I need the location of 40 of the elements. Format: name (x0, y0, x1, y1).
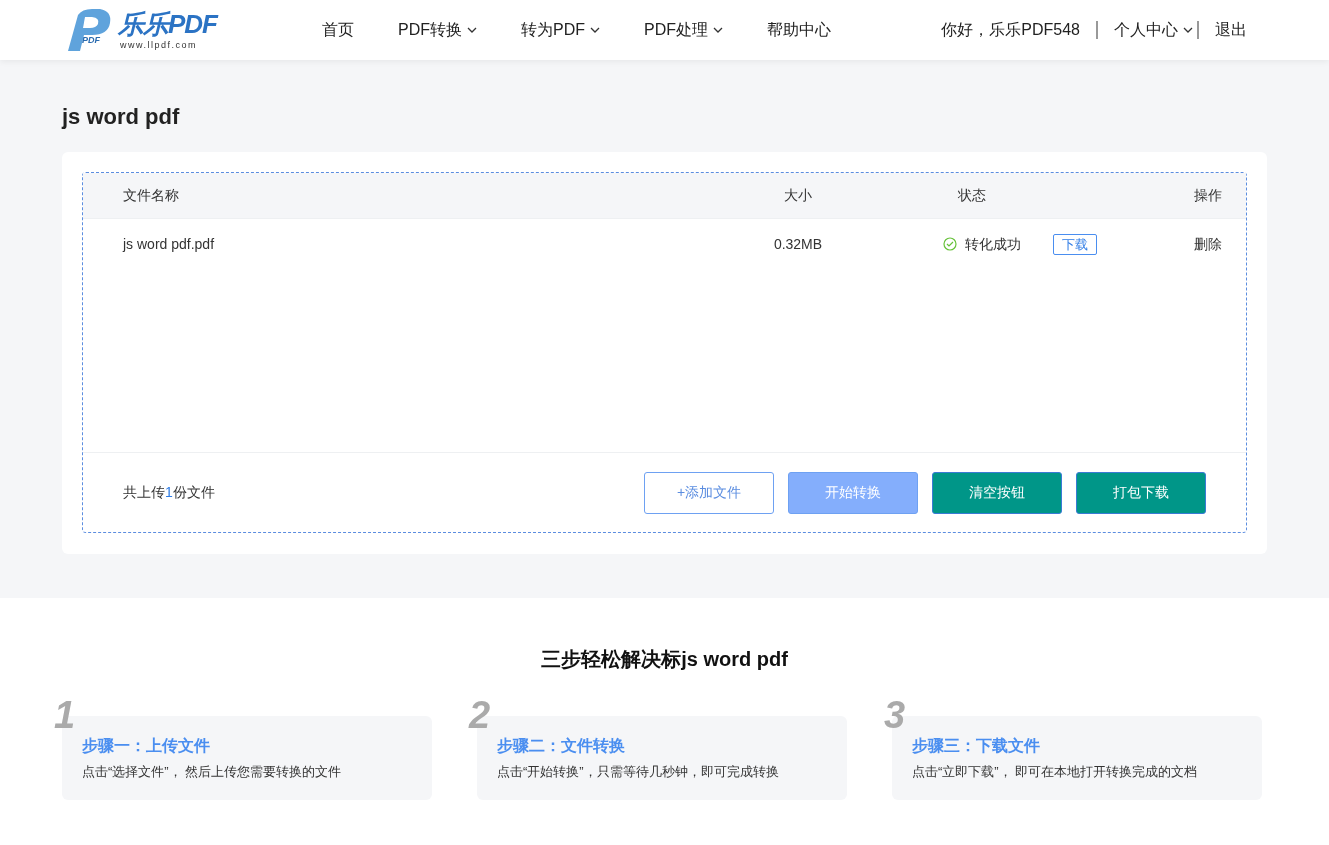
status-text: 转化成功 (965, 234, 1021, 254)
column-header: 状态 (957, 186, 987, 206)
step-title: 步骤一：上传文件 (82, 736, 211, 756)
step-number: 1 (54, 696, 76, 734)
step-text: 点击“选择文件”， 然后上传您需要转换的文件 (82, 763, 343, 781)
add-file-button[interactable]: +添加文件 (644, 471, 774, 514)
chevron-down-icon (1183, 26, 1193, 34)
step-text: 点击“开始转换”，只需等待几秒钟，即可完成转换 (497, 763, 780, 781)
chevron-down-icon (467, 26, 477, 34)
file-name: js word pdf.pdf (123, 234, 216, 254)
column-header: 大小 (783, 186, 813, 206)
step-title: 步骤二：文件转换 (497, 736, 626, 756)
action-button[interactable]: 打包下载 (1076, 471, 1206, 514)
chevron-down-icon (590, 26, 600, 34)
nav-link[interactable]: 帮助中心 (767, 18, 831, 42)
download-button[interactable]: 下载 (1053, 233, 1097, 255)
file-size: 0.32MB (772, 234, 824, 254)
step-title: 步骤三：下载文件 (912, 736, 1041, 756)
column-header: 文件名称 (123, 186, 180, 206)
logo-label: PDF (82, 36, 100, 45)
step-text: 点击“立即下载”， 即可在本地打开转换完成的文档 (912, 763, 1199, 781)
step-number: 2 (469, 696, 491, 734)
user-menu[interactable]: 个人中心 (1114, 18, 1193, 42)
column-header: 操作 (1193, 186, 1223, 206)
delete-link[interactable]: 删除 (1194, 233, 1222, 255)
nav-link[interactable]: 转为PDF (521, 18, 600, 42)
logo-text: 乐乐PDF (118, 11, 217, 37)
section-title: 三步轻松解决标js word pdf (540, 647, 789, 672)
nav-link[interactable]: PDF处理 (644, 18, 723, 42)
action-button[interactable]: 清空按钮 (932, 471, 1062, 514)
greeting-text: 你好，乐乐PDF548 (941, 20, 1080, 40)
logo-url: www.llpdf.com (120, 41, 197, 50)
nav-link[interactable]: PDF转换 (398, 18, 477, 42)
success-icon (943, 237, 957, 252)
page-title: js word pdf (62, 103, 181, 131)
logout-link[interactable]: 退出 (1215, 18, 1247, 42)
step-number: 3 (884, 696, 906, 734)
chevron-down-icon (713, 26, 723, 34)
upload-count: 共上传1份文件 (123, 483, 215, 503)
nav-link[interactable]: 首页 (322, 18, 354, 42)
